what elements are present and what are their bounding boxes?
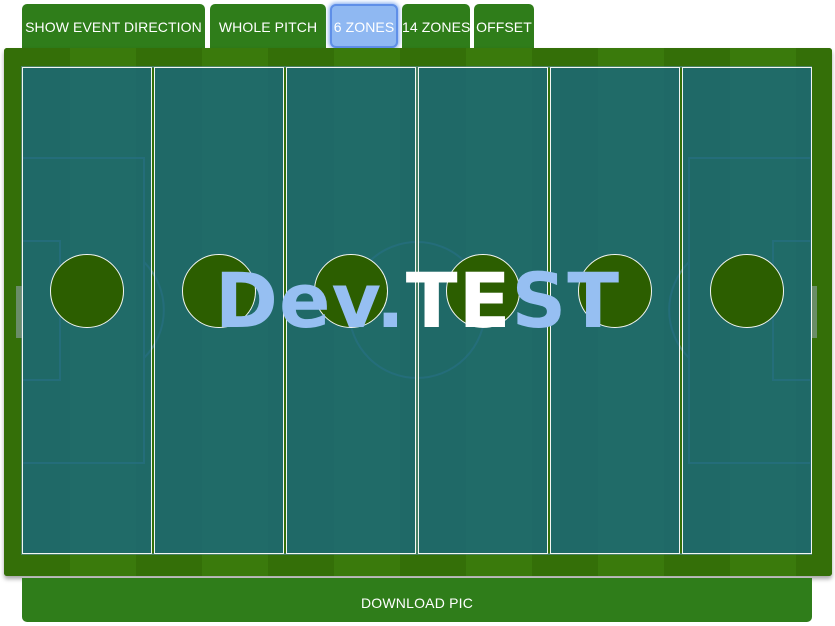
zone-2-marker	[182, 254, 256, 328]
download-pic-button[interactable]: DOWNLOAD PIC	[22, 578, 812, 622]
pitch-panel	[4, 48, 832, 576]
tab-whole-pitch[interactable]: WHOLE PITCH	[210, 4, 326, 48]
zone-4-marker	[446, 254, 520, 328]
tab-show-event-direction[interactable]: SHOW EVENT DIRECTION	[22, 4, 205, 48]
tab-14-zones[interactable]: 14 ZONES	[402, 4, 470, 48]
zone-5-marker	[578, 254, 652, 328]
zone-6-marker	[710, 254, 784, 328]
pitch-zone-viewer: SHOW EVENT DIRECTION WHOLE PITCH 6 ZONES…	[0, 0, 835, 626]
tab-6-zones[interactable]: 6 ZONES	[330, 4, 398, 48]
zone-1-marker	[50, 254, 124, 328]
tab-offset[interactable]: OFFSET	[474, 4, 534, 48]
zone-3-marker	[314, 254, 388, 328]
